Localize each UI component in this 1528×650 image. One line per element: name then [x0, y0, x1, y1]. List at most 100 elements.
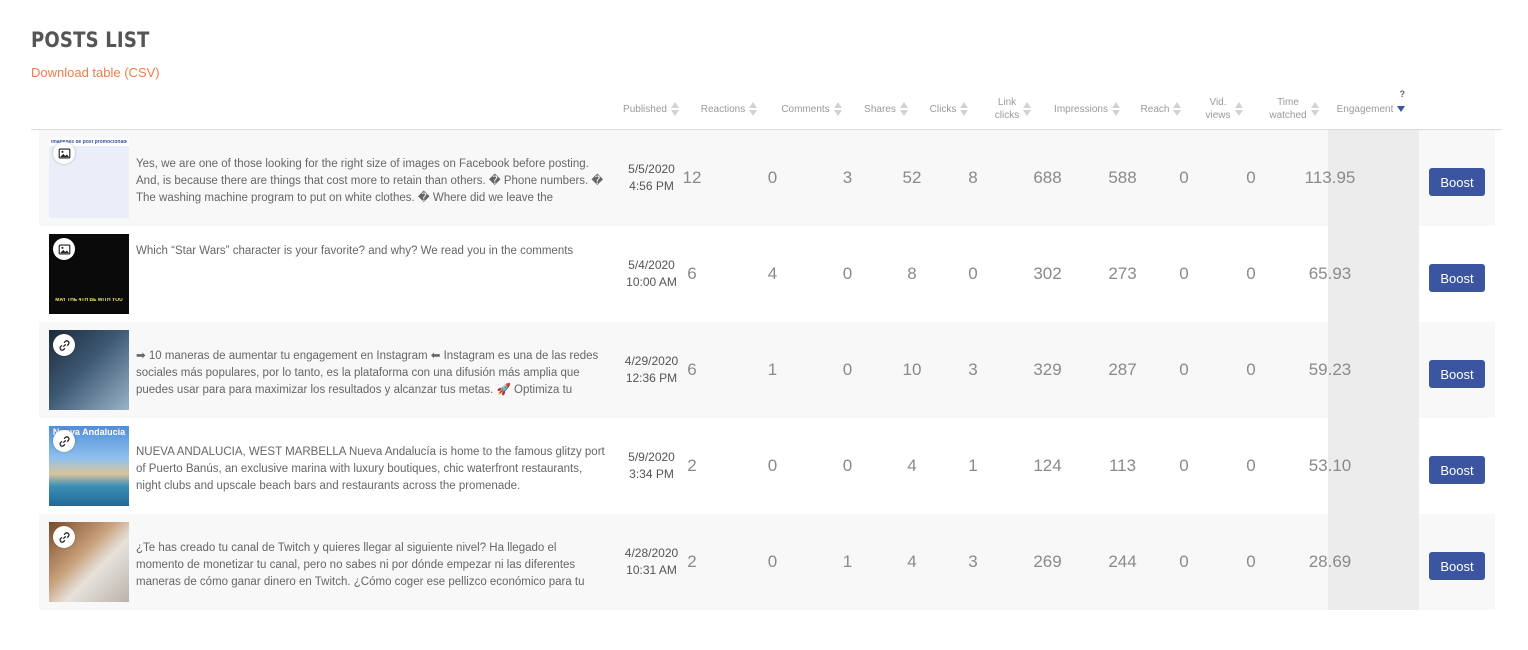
cell-link-clicks: 3	[968, 552, 978, 571]
column-label: Comments	[781, 103, 830, 115]
boost-button[interactable]: Boost	[1429, 552, 1485, 580]
cell-link-clicks: 8	[968, 168, 978, 187]
cell-engagement: 59.23	[1308, 360, 1352, 379]
post-text[interactable]: Which “Star Wars” character is your favo…	[136, 243, 606, 260]
sort-icon	[670, 101, 679, 117]
link-icon	[53, 526, 75, 548]
cell-vid-views: 0	[1179, 168, 1189, 187]
column-header-engagement[interactable]: ? Engagement	[1331, 88, 1411, 130]
post-thumbnail[interactable]: imágenes de post promocionados	[49, 138, 129, 218]
column-header-reactions[interactable]: Reactions	[694, 88, 764, 130]
cell-vid-views: 0	[1179, 552, 1189, 571]
cell-impressions: 688	[1033, 168, 1062, 187]
cell-vid-views: 0	[1179, 264, 1189, 283]
sort-icon	[1173, 101, 1182, 117]
page-title: POSTS LIST	[31, 28, 150, 52]
sort-icon	[1023, 101, 1032, 117]
sort-icon	[1234, 101, 1243, 117]
cell-comments: 4	[767, 264, 778, 283]
cell-shares: 1	[842, 552, 853, 571]
boost-button[interactable]: Boost	[1429, 264, 1485, 292]
cell-link-clicks: 0	[968, 264, 978, 283]
cell-engagement: 28.69	[1308, 552, 1352, 571]
link-icon	[53, 430, 75, 452]
boost-button[interactable]: Boost	[1429, 456, 1485, 484]
post-text[interactable]: ¿Te has creado tu canal de Twitch y quie…	[136, 540, 606, 591]
cell-shares: 0	[842, 360, 853, 379]
column-label: Time watched	[1269, 97, 1307, 121]
cell-clicks: 4	[907, 552, 917, 571]
table-row: Nueva Andalucia NUEVA ANDALUCIA, WEST MAR…	[39, 418, 1495, 514]
column-label: Vid. views	[1205, 97, 1231, 121]
column-header-clicks[interactable]: Clicks	[919, 88, 979, 130]
link-icon	[53, 334, 75, 356]
sort-icon	[960, 101, 969, 117]
column-header-impressions[interactable]: Impressions	[1047, 88, 1127, 130]
column-header-link-clicks[interactable]: Link clicks	[983, 88, 1043, 130]
post-thumbnail[interactable]: MAY THE 4TH BE WITH YOU	[49, 234, 129, 314]
cell-reactions: 2	[687, 552, 697, 571]
column-label: Reach	[1140, 103, 1170, 115]
cell-impressions: 124	[1033, 456, 1062, 475]
column-label: Link clicks	[994, 97, 1020, 121]
cell-shares: 0	[842, 456, 853, 475]
cell-clicks: 4	[907, 456, 917, 475]
cell-engagement: 113.95	[1304, 168, 1356, 187]
boost-button[interactable]: Boost	[1429, 360, 1485, 388]
sort-icon	[749, 101, 758, 117]
table-row: imágenes de post promocionados Yes, we ar…	[39, 130, 1495, 226]
cell-reach: 287	[1108, 360, 1137, 379]
column-label: Reactions	[700, 103, 746, 115]
cell-time-watched: 0	[1246, 264, 1256, 283]
help-icon[interactable]: ?	[1400, 88, 1406, 101]
post-thumbnail[interactable]	[49, 330, 129, 410]
cell-comments: 0	[767, 456, 778, 475]
cell-impressions: 329	[1033, 360, 1062, 379]
cell-shares: 3	[842, 168, 853, 187]
cell-time-watched: 0	[1246, 552, 1256, 571]
sort-icon	[833, 101, 842, 117]
cell-reach: 244	[1108, 552, 1137, 571]
post-text[interactable]: ➡ 10 maneras de aumentar tu engagement e…	[136, 348, 606, 399]
image-icon	[53, 238, 75, 260]
column-header-comments[interactable]: Comments	[774, 88, 849, 130]
cell-reach: 273	[1108, 264, 1137, 283]
cell-impressions: 269	[1033, 552, 1062, 571]
cell-clicks: 10	[902, 360, 922, 379]
boost-button[interactable]: Boost	[1429, 168, 1485, 196]
post-thumbnail[interactable]	[49, 522, 129, 602]
column-label: Clicks	[929, 103, 957, 115]
sort-desc-icon	[1397, 101, 1406, 117]
post-text[interactable]: NUEVA ANDALUCIA, WEST MARBELLA Nueva And…	[136, 444, 606, 495]
cell-link-clicks: 3	[968, 360, 978, 379]
column-label: Shares	[864, 103, 896, 115]
cell-reactions: 2	[687, 456, 697, 475]
cell-vid-views: 0	[1179, 360, 1189, 379]
image-icon	[53, 142, 75, 164]
cell-comments: 0	[767, 168, 778, 187]
column-header-vid-views[interactable]: Vid. views	[1199, 88, 1249, 130]
cell-impressions: 302	[1033, 264, 1062, 283]
cell-reactions: 12	[682, 168, 702, 187]
cell-clicks: 8	[907, 264, 917, 283]
column-header-reach[interactable]: Reach	[1131, 88, 1191, 130]
thumbnail-caption: MAY THE 4TH BE WITH YOU	[55, 298, 123, 303]
cell-vid-views: 0	[1179, 456, 1189, 475]
post-text[interactable]: Yes, we are one of those looking for the…	[136, 156, 606, 207]
sort-icon	[899, 101, 908, 117]
table-row: ➡ 10 maneras de aumentar tu engagement e…	[39, 322, 1495, 418]
cell-time-watched: 0	[1246, 168, 1256, 187]
column-header-shares[interactable]: Shares	[856, 88, 916, 130]
cell-reactions: 6	[687, 360, 697, 379]
download-csv-link[interactable]: Download table (CSV)	[31, 65, 160, 80]
cell-engagement: 53.10	[1308, 456, 1352, 475]
column-header-published[interactable]: Published	[616, 88, 686, 130]
cell-comments: 0	[767, 552, 778, 571]
cell-reach: 588	[1108, 168, 1137, 187]
cell-clicks: 52	[902, 168, 922, 187]
column-header-time-watched[interactable]: Time watched	[1259, 88, 1329, 130]
sort-icon	[1111, 101, 1120, 117]
cell-time-watched: 0	[1246, 456, 1256, 475]
post-thumbnail[interactable]: Nueva Andalucia	[49, 426, 129, 506]
sort-icon	[1310, 101, 1319, 117]
